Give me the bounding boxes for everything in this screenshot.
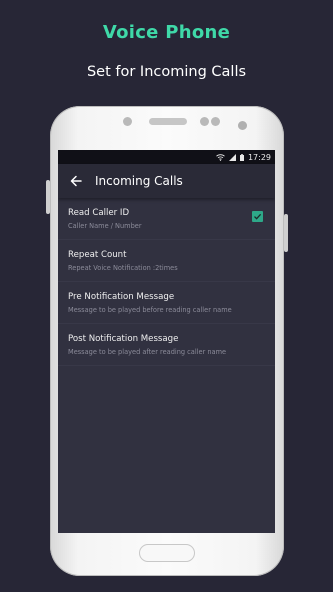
check-icon [254, 213, 262, 220]
promo-title: Voice Phone [102, 22, 231, 43]
setting-subtitle: Repeat Voice Notification :2times [68, 264, 178, 272]
status-bar: 17:29 [58, 150, 275, 164]
phone-power-button [284, 214, 288, 252]
wifi-icon [216, 153, 225, 161]
setting-title: Read Caller ID [68, 208, 130, 218]
setting-repeat-count[interactable]: Repeat Count Repeat Voice Notification :… [58, 240, 275, 282]
setting-title: Repeat Count [68, 250, 127, 260]
status-time: 17:29 [247, 152, 271, 162]
phone-sensor-dot [123, 117, 132, 126]
settings-list: Read Caller ID Caller Name / Number Repe… [58, 198, 275, 366]
phone-speaker [149, 118, 187, 125]
setting-subtitle: Message to be played before reading call… [68, 306, 232, 314]
phone-sensor-dot [200, 117, 209, 126]
setting-subtitle: Message to be played after reading calle… [68, 348, 227, 356]
setting-title: Pre Notification Message [68, 292, 175, 302]
page-title: Incoming Calls [95, 174, 183, 188]
phone-camera [238, 121, 247, 130]
setting-title: Post Notification Message [68, 334, 179, 344]
arrow-back-icon[interactable] [67, 172, 85, 190]
phone-screen: 17:29 Incoming Calls Read Caller ID Call… [58, 150, 275, 533]
signal-icon [228, 153, 236, 161]
read-caller-id-checkbox[interactable] [252, 211, 263, 222]
setting-pre-notification-message[interactable]: Pre Notification Message Message to be p… [58, 282, 275, 324]
setting-post-notification-message[interactable]: Post Notification Message Message to be … [58, 324, 275, 366]
setting-subtitle: Caller Name / Number [68, 222, 142, 230]
battery-icon [239, 153, 244, 161]
toolbar: Incoming Calls [58, 164, 275, 198]
promo-subtitle: Set for Incoming Calls [86, 64, 247, 80]
phone-sensor-dot [211, 117, 220, 126]
phone-home-button [139, 544, 195, 562]
setting-read-caller-id[interactable]: Read Caller ID Caller Name / Number [58, 198, 275, 240]
